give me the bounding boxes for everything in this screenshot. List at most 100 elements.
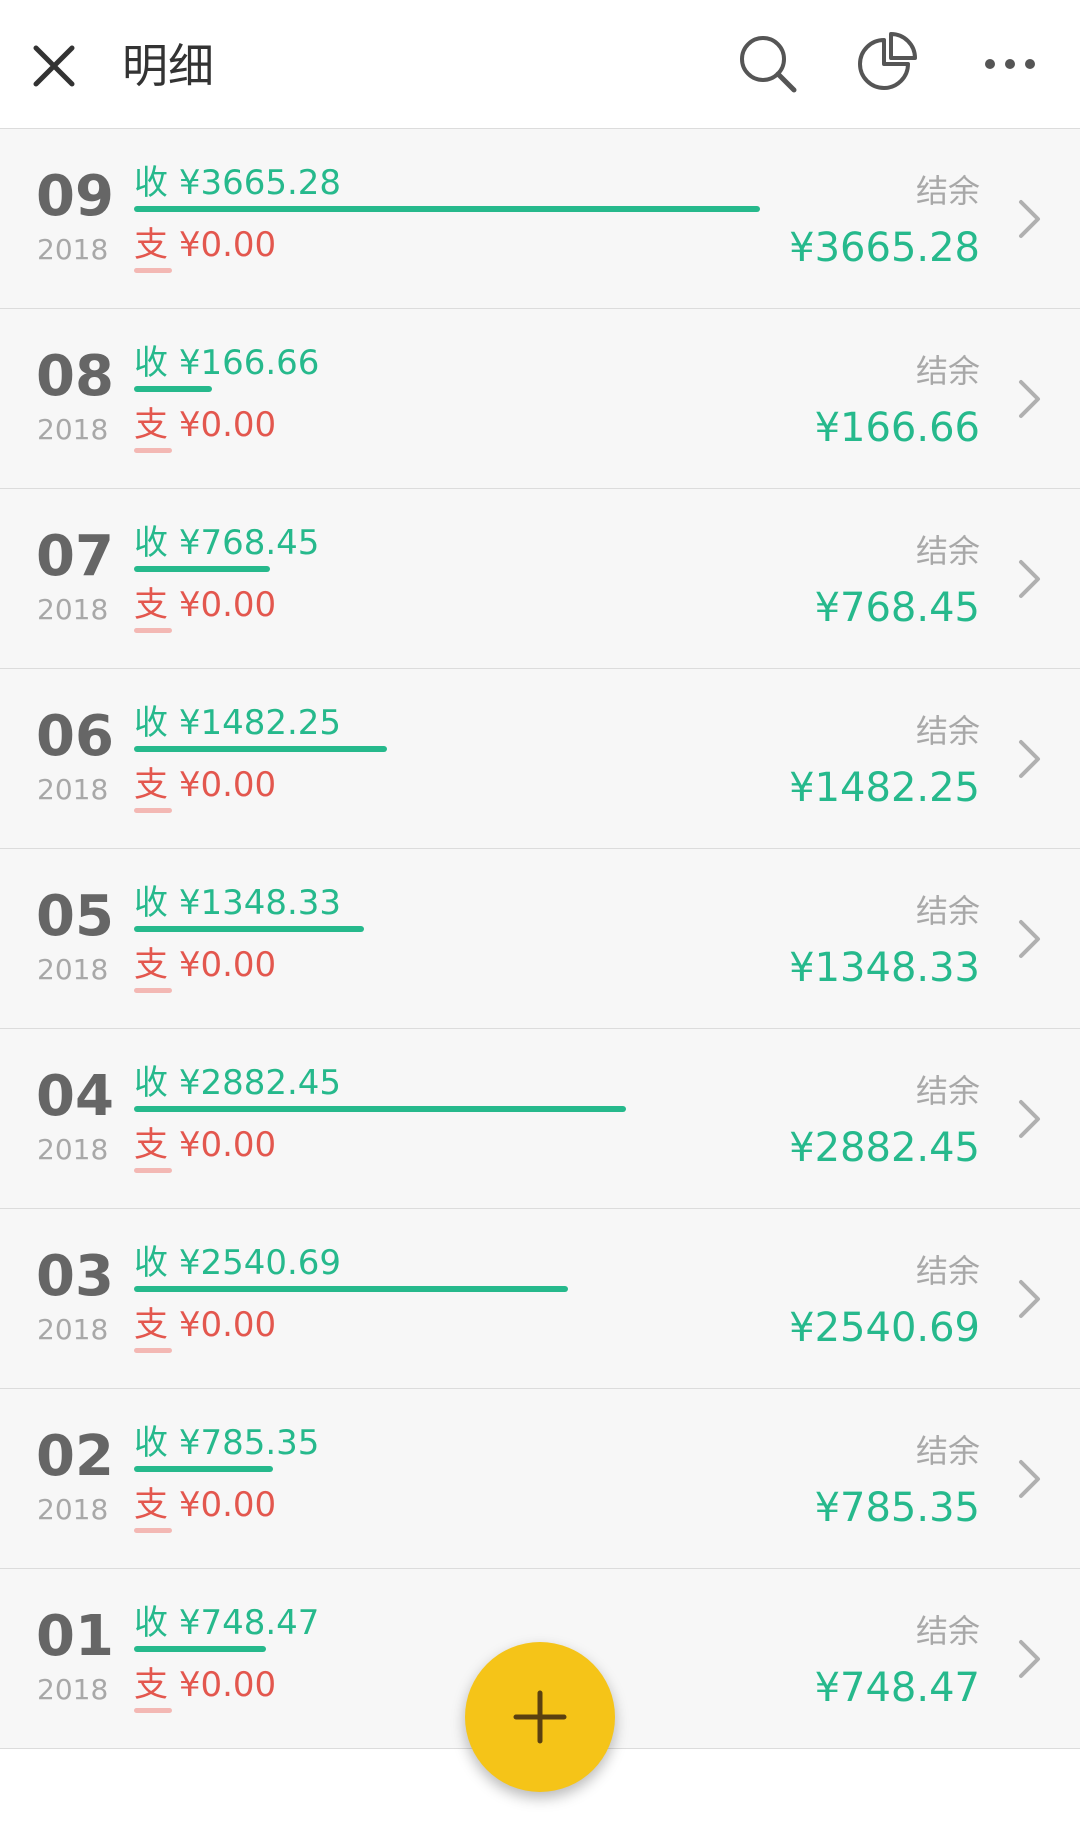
expense-line: 支 ¥0.00 (134, 1125, 276, 1165)
row-year: 2018 (37, 1493, 109, 1526)
expense-amount: ¥0.00 (178, 1305, 277, 1345)
expense-amount: ¥0.00 (178, 1665, 277, 1705)
row-year: 2018 (37, 593, 109, 626)
balance-label: 结余 (915, 1432, 980, 1470)
row-month: 01 (36, 1604, 114, 1669)
expense-prefix: 支 (134, 1125, 168, 1165)
balance-amount: ¥166.66 (814, 405, 980, 451)
monthly-summary-list: 09 2018 收 ¥3665.28 支 ¥0.00 结余 ¥3665.28 08 2018 收… (0, 129, 1080, 1749)
row-year: 2018 (37, 233, 109, 266)
expense-prefix: 支 (134, 585, 168, 625)
income-bar (134, 1286, 568, 1292)
expense-prefix: 支 (134, 1665, 168, 1705)
chevron-right-icon (1019, 1460, 1040, 1498)
row-year: 2018 (37, 1673, 109, 1706)
month-row[interactable]: 03 2018 收 ¥2540.69 支 ¥0.00 结余 ¥2540.69 (0, 1209, 1080, 1389)
income-amount: ¥1348.33 (178, 883, 342, 923)
row-month: 08 (36, 344, 114, 409)
chevron-right-icon (1019, 1640, 1040, 1678)
expense-bar (134, 628, 172, 633)
income-bar (134, 926, 364, 932)
month-row[interactable]: 04 2018 收 ¥2882.45 支 ¥0.00 结余 ¥2882.45 (0, 1029, 1080, 1209)
expense-prefix: 支 (134, 945, 168, 985)
income-bar (134, 566, 270, 572)
expense-bar (134, 1348, 172, 1353)
row-month: 03 (36, 1244, 114, 1309)
income-line: 收 ¥3665.28 (134, 163, 341, 203)
expense-line: 支 ¥0.00 (134, 1305, 276, 1345)
income-prefix: 收 (134, 1063, 168, 1103)
income-amount: ¥768.45 (178, 523, 320, 563)
expense-line: 支 ¥0.00 (134, 1485, 276, 1525)
expense-bar (134, 448, 172, 453)
income-amount: ¥748.47 (178, 1603, 320, 1643)
income-bar (134, 1466, 273, 1472)
income-amount: ¥785.35 (178, 1423, 320, 1463)
expense-amount: ¥0.00 (178, 585, 277, 625)
expense-line: 支 ¥0.00 (134, 945, 276, 985)
row-year: 2018 (37, 953, 109, 986)
chevron-right-icon (1019, 740, 1040, 778)
balance-amount: ¥2540.69 (789, 1305, 980, 1351)
income-prefix: 收 (134, 163, 168, 203)
expense-prefix: 支 (134, 405, 168, 445)
row-year: 2018 (37, 1313, 109, 1346)
income-amount: ¥1482.25 (178, 703, 342, 743)
expense-amount: ¥0.00 (178, 1485, 277, 1525)
expense-amount: ¥0.00 (178, 405, 277, 445)
expense-prefix: 支 (134, 225, 168, 265)
income-amount: ¥166.66 (178, 343, 320, 383)
balance-amount: ¥768.45 (814, 585, 980, 631)
expense-bar (134, 1528, 172, 1533)
expense-bar (134, 808, 172, 813)
more-icon[interactable] (982, 36, 1038, 92)
add-record-button[interactable] (465, 1642, 615, 1792)
search-icon[interactable] (736, 32, 800, 96)
chevron-right-icon (1019, 1100, 1040, 1138)
balance-label: 结余 (915, 1072, 980, 1110)
month-row[interactable]: 06 2018 收 ¥1482.25 支 ¥0.00 结余 ¥1482.25 (0, 669, 1080, 849)
plus-icon (513, 1690, 567, 1744)
income-line: 收 ¥785.35 (134, 1423, 319, 1463)
income-bar (134, 746, 387, 752)
expense-amount: ¥0.00 (178, 765, 277, 805)
expense-prefix: 支 (134, 1485, 168, 1525)
income-amount: ¥2882.45 (178, 1063, 342, 1103)
expense-bar (134, 1168, 172, 1173)
row-month: 07 (36, 524, 114, 589)
month-row[interactable]: 08 2018 收 ¥166.66 支 ¥0.00 结余 ¥166.66 (0, 309, 1080, 489)
month-row[interactable]: 02 2018 收 ¥785.35 支 ¥0.00 结余 ¥785.35 (0, 1389, 1080, 1569)
chevron-right-icon (1019, 380, 1040, 418)
income-bar (134, 206, 760, 212)
row-month: 04 (36, 1064, 114, 1129)
row-year: 2018 (37, 413, 109, 446)
income-line: 收 ¥1348.33 (134, 883, 341, 923)
income-prefix: 收 (134, 343, 168, 383)
income-bar (134, 1106, 626, 1112)
month-row[interactable]: 05 2018 收 ¥1348.33 支 ¥0.00 结余 ¥1348.33 (0, 849, 1080, 1029)
close-icon[interactable] (26, 38, 82, 94)
chevron-right-icon (1019, 560, 1040, 598)
expense-line: 支 ¥0.00 (134, 405, 276, 445)
expense-amount: ¥0.00 (178, 945, 277, 985)
balance-label: 结余 (915, 1612, 980, 1650)
balance-amount: ¥748.47 (814, 1665, 980, 1711)
month-row[interactable]: 07 2018 收 ¥768.45 支 ¥0.00 结余 ¥768.45 (0, 489, 1080, 669)
row-month: 09 (36, 164, 114, 229)
balance-amount: ¥785.35 (814, 1485, 980, 1531)
chevron-right-icon (1019, 200, 1040, 238)
month-row[interactable]: 09 2018 收 ¥3665.28 支 ¥0.00 结余 ¥3665.28 (0, 129, 1080, 309)
pie-chart-icon[interactable] (856, 30, 920, 94)
balance-amount: ¥1482.25 (789, 765, 980, 811)
expense-amount: ¥0.00 (178, 1125, 277, 1165)
income-line: 收 ¥166.66 (134, 343, 319, 383)
balance-amount: ¥1348.33 (789, 945, 980, 991)
income-prefix: 收 (134, 883, 168, 923)
balance-label: 结余 (915, 1252, 980, 1290)
row-month: 02 (36, 1424, 114, 1489)
chevron-right-icon (1019, 1280, 1040, 1318)
expense-bar (134, 268, 172, 273)
row-year: 2018 (37, 773, 109, 806)
income-amount: ¥2540.69 (178, 1243, 342, 1283)
income-line: 收 ¥748.47 (134, 1603, 319, 1643)
